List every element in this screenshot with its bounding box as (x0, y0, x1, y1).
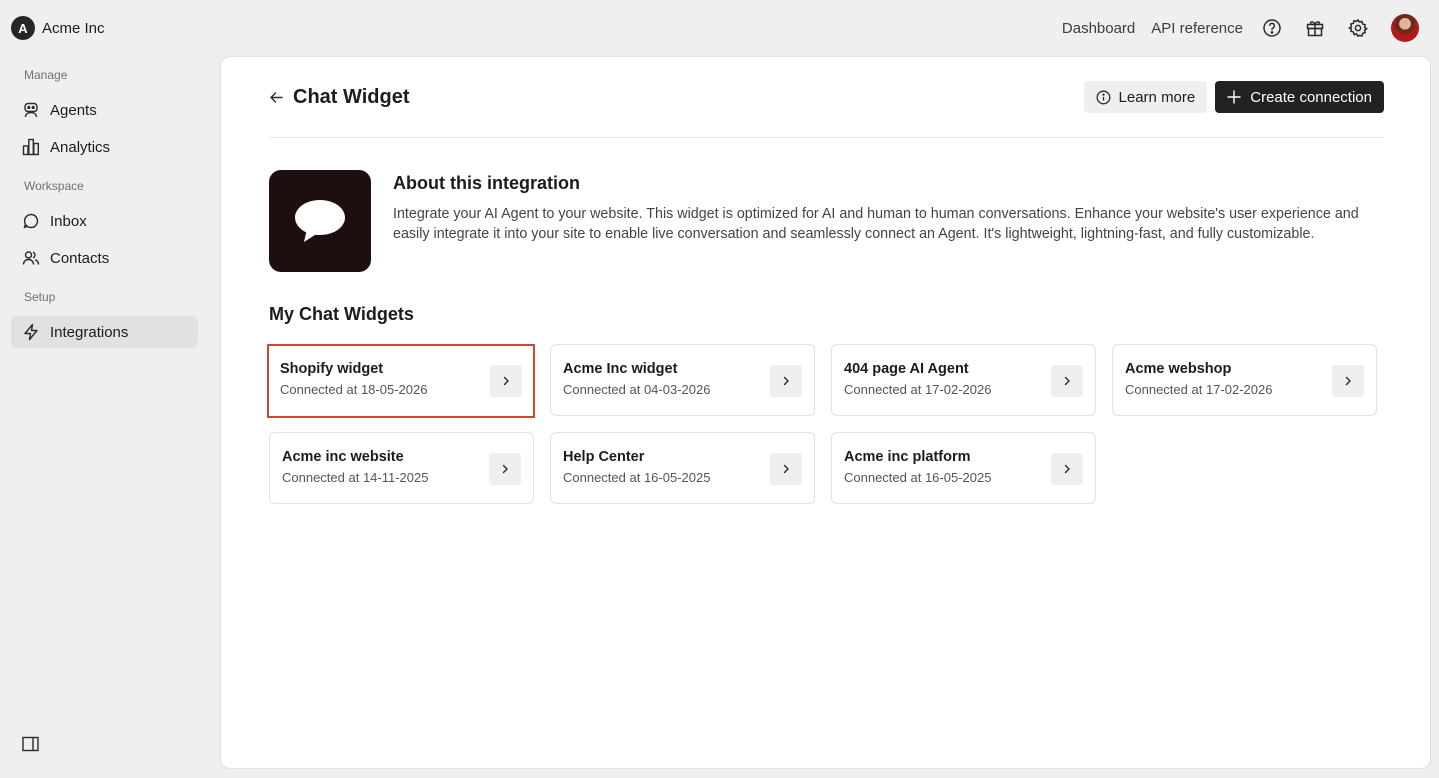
widget-connected-date: Connected at 16-05-2025 (563, 470, 711, 485)
chat-bubble-icon (23, 213, 39, 229)
section-label-setup: Setup (24, 290, 56, 304)
brand[interactable]: A Acme Inc (11, 16, 105, 40)
sidebar-item-label: Integrations (50, 323, 129, 341)
chevron-right-icon[interactable] (1051, 365, 1083, 397)
page-title: Chat Widget (293, 85, 410, 108)
widgets-section-title: My Chat Widgets (269, 304, 414, 324)
widget-name: Acme webshop (1125, 361, 1232, 377)
title-wrap: Chat Widget (269, 86, 409, 109)
widget-name: Acme inc platform (844, 449, 971, 465)
help-icon[interactable] (1262, 18, 1282, 38)
sidebar-item-label: Contacts (50, 249, 110, 267)
avatar[interactable] (1391, 14, 1419, 42)
widget-connected-date: Connected at 17-02-2026 (844, 382, 992, 397)
widget-connected-date: Connected at 18-05-2026 (280, 382, 428, 397)
widget-name: 404 page AI Agent (844, 361, 969, 377)
sidebar-item-label: Analytics (50, 138, 111, 156)
about-title: About this integration (393, 173, 580, 193)
chevron-right-icon[interactable] (770, 453, 802, 485)
widget-connected-date: Connected at 14-11-2025 (282, 470, 429, 485)
header-actions: Learn more Create connection (1083, 81, 1384, 113)
about-description: Integrate your AI Agent to your website.… (393, 206, 1359, 242)
top-bar: A Acme Inc Dashboard API reference (0, 0, 1439, 56)
learn-more-label: Learn more (1118, 88, 1196, 106)
sidebar-item-inbox[interactable]: Inbox (11, 205, 198, 237)
users-icon (22, 251, 40, 265)
sidebar-item-contacts[interactable]: Contacts (11, 242, 198, 274)
top-nav: Dashboard API reference (1062, 14, 1419, 42)
plus-icon (1227, 90, 1241, 104)
gift-icon[interactable] (1305, 18, 1325, 38)
lightning-icon (24, 323, 38, 341)
sidebar-item-label: Agents (50, 101, 97, 119)
sidebar-item-label: Inbox (50, 212, 87, 230)
brand-name: Acme Inc (42, 19, 105, 37)
widget-card[interactable]: Shopify widget Connected at 18-05-2026 (267, 344, 535, 418)
main-panel: Chat Widget Learn more Create connection… (220, 56, 1431, 769)
widget-card[interactable]: Acme Inc widget Connected at 04-03-2026 (550, 344, 815, 416)
widget-name: Acme inc website (282, 449, 404, 465)
create-connection-label: Create connection (1250, 88, 1372, 106)
chevron-right-icon[interactable] (770, 365, 802, 397)
info-icon (1096, 90, 1110, 104)
widget-name: Help Center (563, 449, 645, 465)
api-reference-link[interactable]: API reference (1151, 20, 1243, 37)
sidebar-item-analytics[interactable]: Analytics (11, 131, 198, 163)
create-connection-button[interactable]: Create connection (1215, 81, 1384, 113)
page-header: Chat Widget Learn more Create connection (269, 81, 1384, 113)
widget-name: Acme Inc widget (563, 361, 678, 377)
widget-connected-date: Connected at 17-02-2026 (1125, 382, 1273, 397)
widget-card[interactable]: Help Center Connected at 16-05-2025 (550, 432, 815, 504)
learn-more-button[interactable]: Learn more (1083, 81, 1208, 113)
chat-widget-logo (269, 170, 371, 272)
sidebar-item-integrations[interactable]: Integrations (11, 316, 198, 348)
robot-icon (24, 102, 38, 118)
chevron-right-icon[interactable] (490, 365, 522, 397)
sidebar: Manage Agents Analytics Workspace Inbox … (0, 56, 210, 778)
widget-card[interactable]: Acme inc platform Connected at 16-05-202… (831, 432, 1096, 504)
widget-name: Shopify widget (280, 361, 384, 377)
gear-icon[interactable] (1348, 18, 1368, 38)
chevron-right-icon[interactable] (1332, 365, 1364, 397)
widget-connected-date: Connected at 04-03-2026 (563, 382, 711, 397)
brand-logo: A (11, 16, 35, 40)
widget-connected-date: Connected at 16-05-2025 (844, 470, 992, 485)
header-divider (269, 137, 1384, 138)
chevron-right-icon[interactable] (489, 453, 521, 485)
sidebar-item-agents[interactable]: Agents (11, 94, 198, 126)
bar-chart-icon (22, 138, 40, 156)
back-arrow-icon[interactable] (269, 90, 284, 105)
widget-card[interactable]: 404 page AI Agent Connected at 17-02-202… (831, 344, 1096, 416)
sidebar-toggle-icon[interactable] (22, 736, 39, 752)
chevron-right-icon[interactable] (1051, 453, 1083, 485)
dashboard-link[interactable]: Dashboard (1062, 20, 1135, 37)
speech-bubble-icon (295, 200, 345, 242)
widget-card[interactable]: Acme inc website Connected at 14-11-2025 (269, 432, 534, 504)
section-label-workspace: Workspace (24, 179, 84, 193)
section-label-manage: Manage (24, 68, 68, 82)
widget-card[interactable]: Acme webshop Connected at 17-02-2026 (1112, 344, 1377, 416)
